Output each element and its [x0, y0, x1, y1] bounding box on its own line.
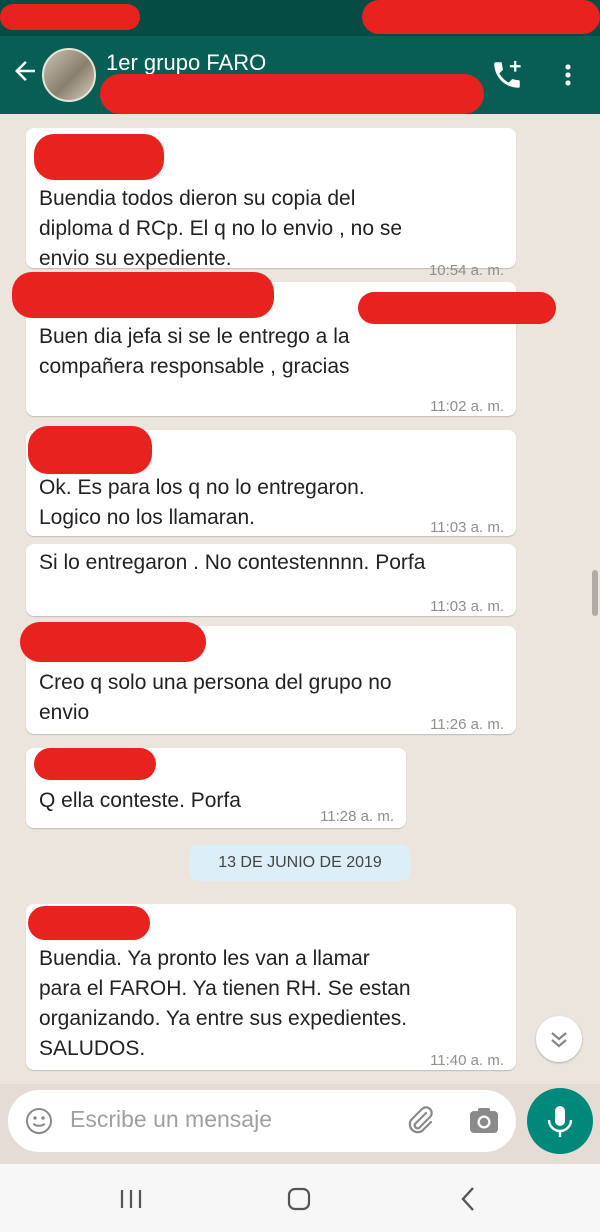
attach-icon[interactable]	[404, 1104, 436, 1138]
home-icon[interactable]	[284, 1184, 314, 1214]
message-time: 11:02 a. m.	[430, 398, 504, 415]
message-text: Buendia todos dieron su copia del diplom…	[39, 187, 403, 270]
chat-title[interactable]: 1er grupo FARO	[106, 50, 266, 76]
redaction-mark	[28, 906, 150, 940]
message-time: 11:40 a. m.	[430, 1052, 504, 1069]
redaction-mark	[358, 292, 556, 324]
redaction-mark	[34, 134, 164, 180]
redaction-mark	[20, 622, 206, 662]
microphone-icon	[547, 1106, 573, 1137]
message-time: 11:26 a. m.	[430, 716, 504, 733]
message-time: 11:28 a. m.	[320, 808, 394, 825]
message-time: 11:03 a. m.	[430, 519, 504, 536]
emoji-icon[interactable]	[24, 1106, 54, 1136]
message-text: Buen dia jefa si se le entrego a la comp…	[39, 325, 350, 378]
redaction-mark	[28, 426, 152, 474]
message-input[interactable]: Escribe un mensaje	[70, 1106, 272, 1133]
voice-message-button[interactable]	[527, 1088, 593, 1154]
back-arrow-icon[interactable]	[8, 56, 42, 90]
group-avatar[interactable]	[42, 48, 96, 102]
redaction-mark	[362, 0, 600, 34]
recent-apps-icon[interactable]	[116, 1186, 146, 1212]
message-text: Q ella conteste. Porfa	[39, 789, 241, 812]
scroll-to-bottom-button[interactable]	[536, 1016, 582, 1062]
redaction-mark	[12, 272, 274, 318]
back-nav-icon[interactable]	[454, 1184, 484, 1214]
message-bubble[interactable]: Si lo entregaron . No contestennnn. Porf…	[26, 544, 516, 616]
redaction-mark	[100, 74, 484, 114]
message-text: Buendia. Ya pronto les van a llamar para…	[39, 947, 411, 1060]
more-options-icon[interactable]	[556, 60, 580, 90]
message-time: 11:03 a. m.	[430, 598, 504, 615]
message-text: Ok. Es para los q no lo entregaron. Logi…	[39, 476, 365, 529]
redaction-mark	[34, 748, 156, 780]
message-text: Creo q solo una persona del grupo no env…	[39, 671, 392, 724]
message-composer: Escribe un mensaje	[8, 1090, 516, 1152]
double-chevron-down-icon	[551, 1032, 567, 1048]
system-navigation-bar	[0, 1164, 600, 1232]
message-text: Si lo entregaron . No contestennnn. Porf…	[39, 551, 426, 574]
add-call-icon[interactable]	[490, 58, 524, 92]
camera-icon[interactable]	[468, 1106, 500, 1136]
date-separator: 13 DE JUNIO DE 2019	[190, 845, 410, 881]
scrollbar[interactable]	[592, 570, 598, 616]
redaction-mark	[0, 4, 140, 30]
